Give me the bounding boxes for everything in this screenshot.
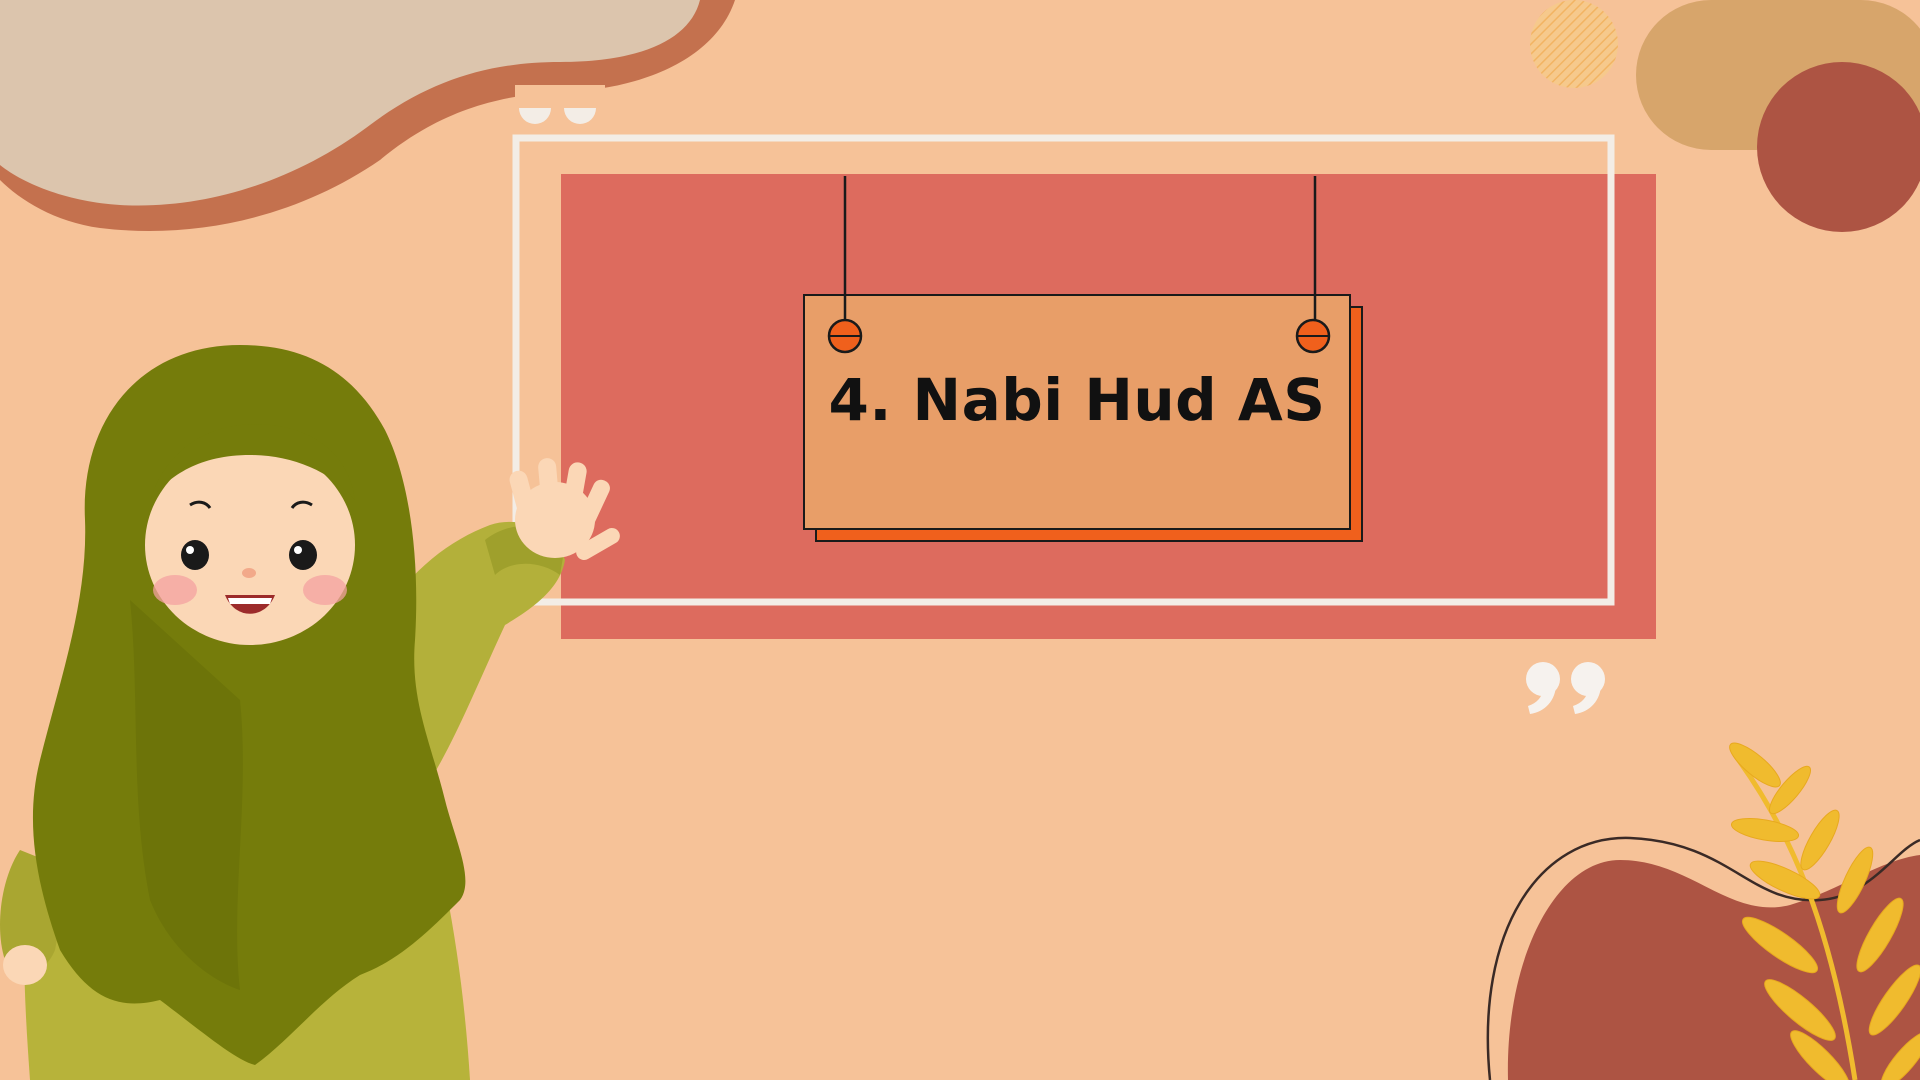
nose [242, 568, 256, 578]
teeth [228, 598, 272, 604]
slide-canvas: 4. Nabi Hud AS [0, 0, 1920, 1080]
left-hand [3, 945, 47, 985]
girl-in-green-hijab-waving [0, 345, 620, 1080]
